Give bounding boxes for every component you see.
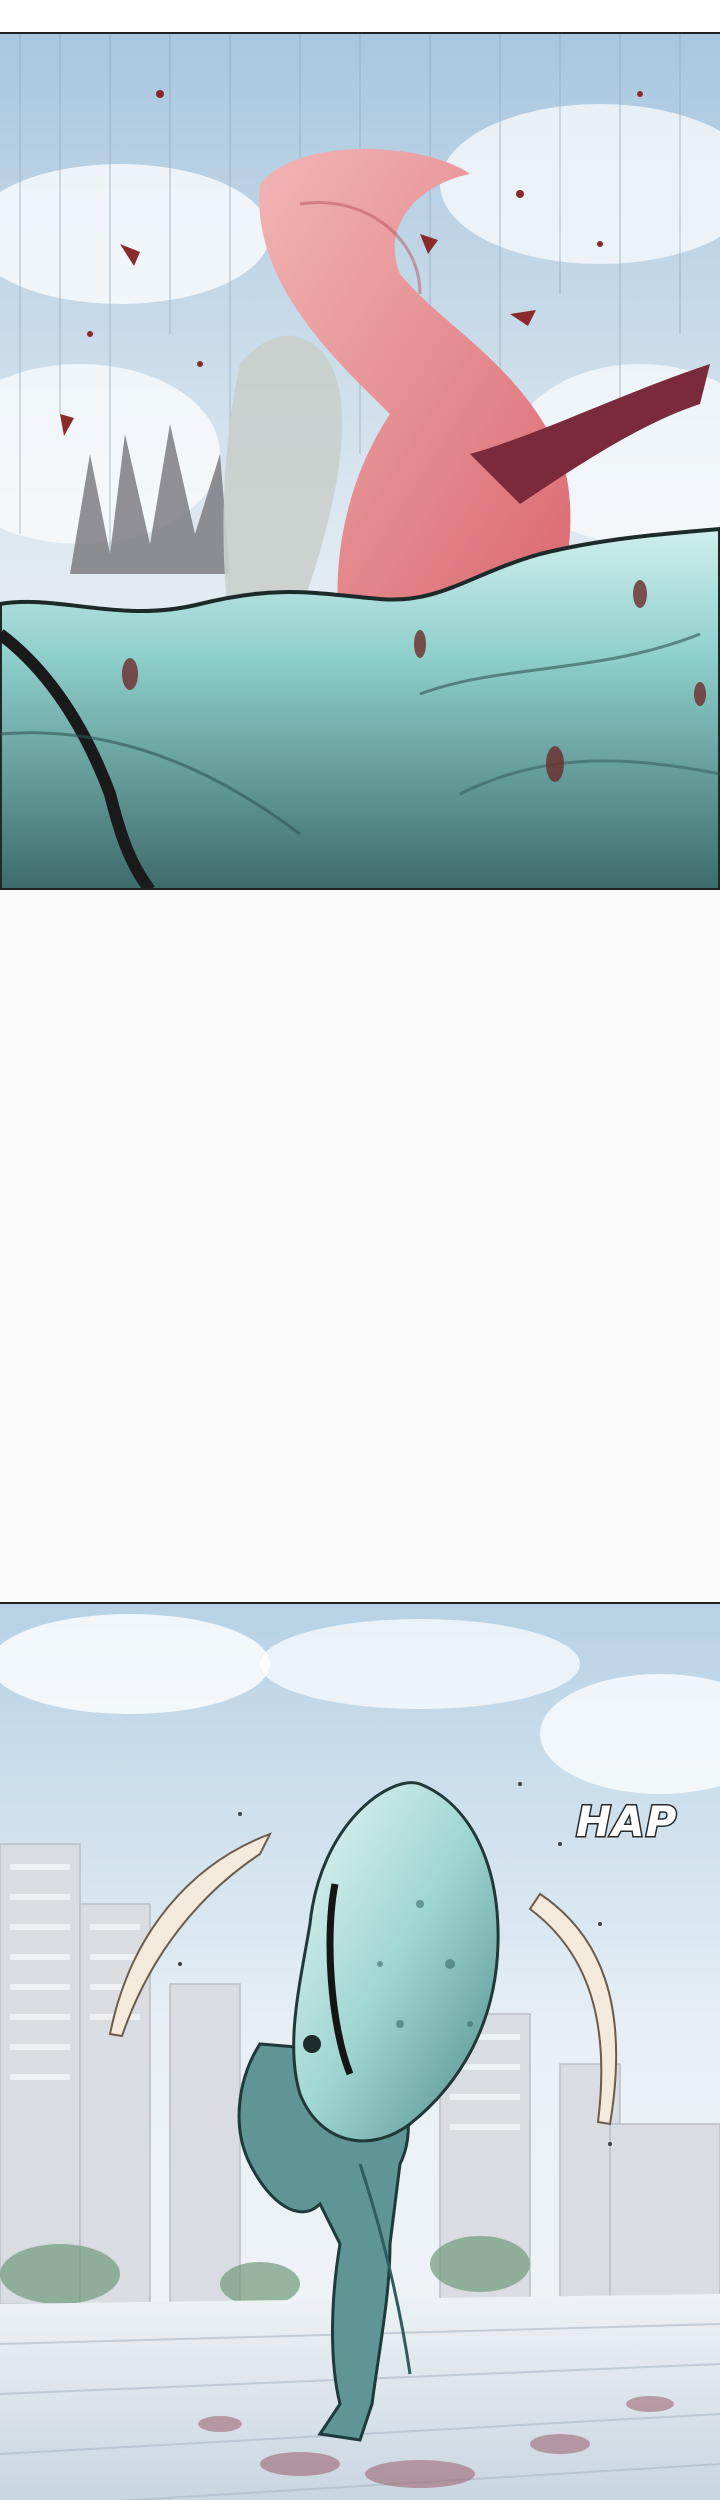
creature-illustration <box>0 1604 720 2500</box>
sound-effect-text: HAP <box>575 1796 678 1848</box>
sound-effect-label: HAP <box>576 1797 677 1846</box>
impact-illustration <box>0 34 720 888</box>
comic-panel-creature <box>0 1602 720 2500</box>
panel-gutter <box>0 890 720 1602</box>
comic-panel-impact <box>0 32 720 890</box>
